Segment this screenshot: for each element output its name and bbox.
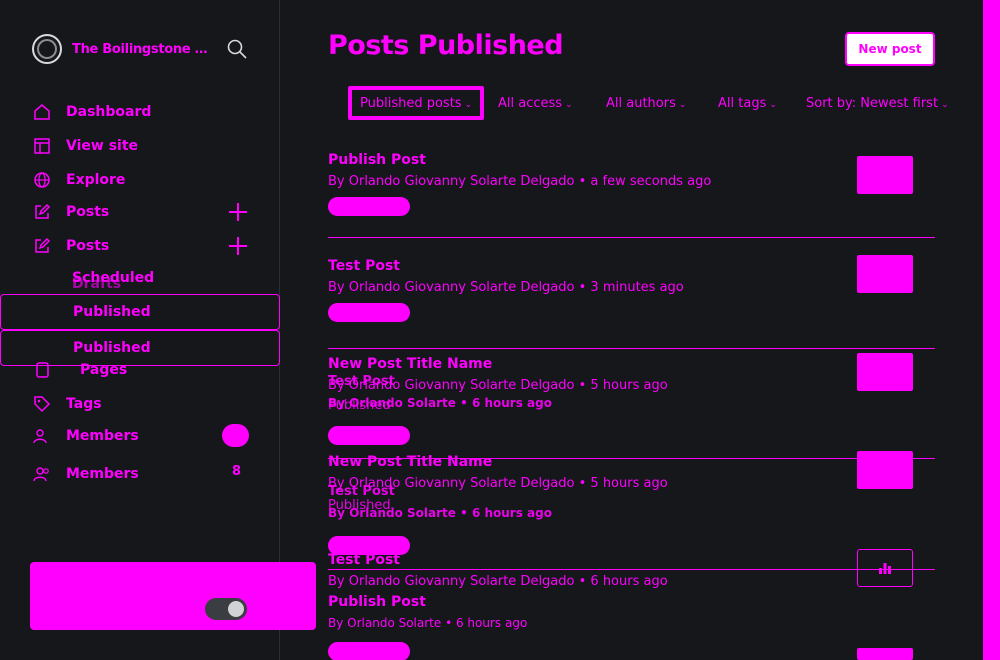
sidebar-subitem-published-active[interactable]: Published <box>0 294 280 330</box>
sidebar-item-label: Posts <box>66 238 110 254</box>
post-row[interactable]: Test Post By Orlando Giovanny Solarte De… <box>328 258 935 322</box>
post-row[interactable]: New Post Title Name By Orlando Giovanny … <box>328 356 935 393</box>
sidebar-footer-card <box>30 562 316 630</box>
sidebar-item-posts[interactable]: Posts <box>32 202 109 222</box>
divider <box>328 569 935 570</box>
post-title[interactable]: Test Post <box>328 552 935 568</box>
sidebar-item-members-ghost[interactable]: Members <box>32 426 139 446</box>
sidebar-item-label: Pages <box>80 362 128 378</box>
post-thumbnail <box>857 255 913 293</box>
post-thumbnail <box>857 156 913 194</box>
status-badge <box>328 426 410 445</box>
bar-chart-icon <box>879 563 891 574</box>
members-count: 8 <box>232 464 242 479</box>
sidebar-item-label: View site <box>66 138 139 154</box>
post-thumbnail <box>857 353 913 391</box>
site-name: The Boilingstone Sit... <box>72 41 212 57</box>
overlay-post-title: Test Post <box>328 484 395 499</box>
post-row[interactable]: Publish Post By Orlando Giovanny Solarte… <box>328 152 935 216</box>
edit-icon <box>32 202 52 222</box>
chevron-down-icon: ⌄ <box>464 100 473 110</box>
sidebar-item-label: Members <box>66 466 139 482</box>
post-meta: By Orlando Giovanny Solarte Delgado • 6 … <box>328 574 668 589</box>
search-icon[interactable] <box>226 38 248 60</box>
divider <box>328 237 935 238</box>
status-badge <box>328 197 410 216</box>
post-meta: By Orlando Giovanny Solarte Delgado • 5 … <box>328 378 668 393</box>
chevron-down-icon: ⌄ <box>769 100 777 110</box>
members-count-badge <box>222 424 249 447</box>
scrollbar[interactable] <box>983 0 1000 660</box>
site-logo-icon <box>32 34 62 64</box>
chevron-down-icon: ⌄ <box>941 100 949 110</box>
edit-icon <box>32 236 52 256</box>
sidebar-item-label: Tags <box>66 396 102 412</box>
post-analytics-button[interactable] <box>857 549 913 587</box>
page-title: Posts Published <box>328 30 564 61</box>
toggle-knob <box>228 601 244 617</box>
site-brand[interactable]: The Boilingstone Sit... <box>32 34 212 64</box>
tag-icon <box>32 394 52 414</box>
status-badge <box>328 303 410 322</box>
add-post-icon[interactable] <box>228 202 248 222</box>
sidebar-item-label: Posts <box>66 204 110 220</box>
filter-type-select[interactable]: Published posts ⌄ <box>360 96 472 111</box>
members-icon <box>32 464 52 484</box>
chevron-down-icon: ⌄ <box>565 100 573 110</box>
filter-access-select[interactable]: All access ⌄ <box>498 96 573 111</box>
post-title[interactable]: Test Post <box>328 258 935 274</box>
sidebar-item-explore[interactable]: Explore <box>32 170 125 190</box>
status-badge <box>328 642 410 660</box>
chevron-down-icon: ⌄ <box>678 100 687 110</box>
overlay-post-meta: By Orlando Solarte • 6 hours ago <box>328 506 552 520</box>
sort-select[interactable]: Sort by: Newest first ⌄ <box>806 96 949 111</box>
sidebar-item-posts-ghost[interactable]: Posts <box>32 236 109 256</box>
sidebar-item-label: Dashboard <box>66 104 152 120</box>
members-icon <box>32 426 52 446</box>
new-post-button[interactable]: New post <box>845 32 935 66</box>
post-title[interactable]: New Post Title Name <box>328 454 935 470</box>
sidebar-item-view-site[interactable]: View site <box>32 136 138 156</box>
browser-window-icon <box>32 136 52 156</box>
post-title[interactable]: New Post Title Name <box>328 356 935 372</box>
post-title[interactable]: Publish Post <box>328 152 935 168</box>
post-meta: By Orlando Solarte • 6 hours ago <box>328 616 528 630</box>
sidebar-subitem-drafts[interactable]: Drafts <box>72 276 121 292</box>
sidebar-item-tags[interactable]: Tags <box>32 394 102 414</box>
filter-bar: Published posts ⌄ All access ⌄ All authors… <box>348 86 949 120</box>
sidebar: The Boilingstone Sit... Dashboard View s… <box>0 0 280 660</box>
sidebar-item-dashboard[interactable]: Dashboard <box>32 102 151 122</box>
main-content: Posts Published New post Published posts… <box>280 0 1000 660</box>
post-row[interactable]: Test Post By Orlando Giovanny Solarte De… <box>328 552 935 589</box>
overlay-post-title: Test Post <box>328 374 395 389</box>
divider <box>328 348 935 349</box>
sidebar-item-pages[interactable]: Pages <box>32 360 127 380</box>
overlay-post-meta: By Orlando Solarte • 6 hours ago <box>328 396 552 410</box>
globe-icon <box>32 170 52 190</box>
sidebar-item-members[interactable]: Members <box>32 464 139 484</box>
dark-mode-toggle[interactable] <box>205 598 247 620</box>
post-meta: By Orlando Giovanny Solarte Delgado • 3 … <box>328 280 684 295</box>
page-icon <box>32 360 52 380</box>
post-thumbnail <box>857 648 913 660</box>
sidebar-item-label: Explore <box>66 172 126 188</box>
sidebar-item-label: Members <box>66 428 139 444</box>
add-post-icon[interactable] <box>228 236 248 256</box>
post-thumbnail <box>857 451 913 489</box>
post-row[interactable]: New Post Title Name By Orlando Giovanny … <box>328 454 935 491</box>
filter-authors-select[interactable]: All authors ⌄ <box>606 96 686 111</box>
post-row[interactable]: Publish Post By Orlando Solarte • 6 hour… <box>328 594 935 660</box>
post-meta: By Orlando Giovanny Solarte Delgado • a … <box>328 174 712 189</box>
post-title[interactable]: Publish Post <box>328 594 935 610</box>
post-meta: By Orlando Giovanny Solarte Delgado • 5 … <box>328 476 668 491</box>
home-icon <box>32 102 52 122</box>
filter-tags-select[interactable]: All tags ⌄ <box>718 96 777 111</box>
